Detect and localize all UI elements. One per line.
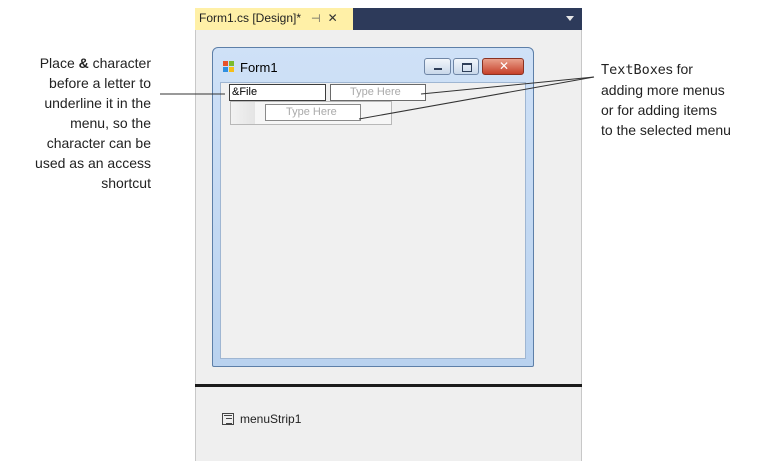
leader-line-type-here-item	[358, 76, 595, 120]
leader-line-type-here-top	[420, 76, 595, 95]
callout-leader-lines	[160, 76, 595, 120]
